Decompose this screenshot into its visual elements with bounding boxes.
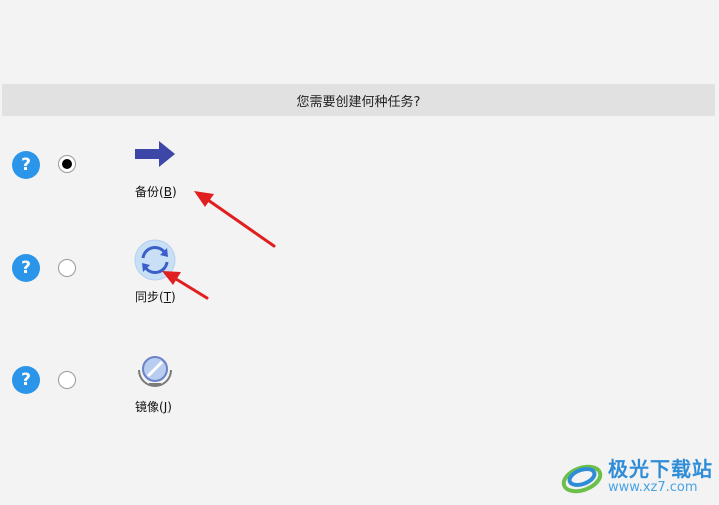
annotation-arrow-backup	[194, 191, 276, 248]
annotation-arrows	[162, 191, 276, 300]
watermark-logo	[561, 464, 603, 494]
watermark-url: www.xz7.com	[608, 480, 698, 495]
watermark-title: 极光下载站	[608, 457, 713, 481]
watermark: 极光下载站 www.xz7.com	[560, 452, 719, 502]
annotation-arrow-sync	[162, 271, 209, 300]
